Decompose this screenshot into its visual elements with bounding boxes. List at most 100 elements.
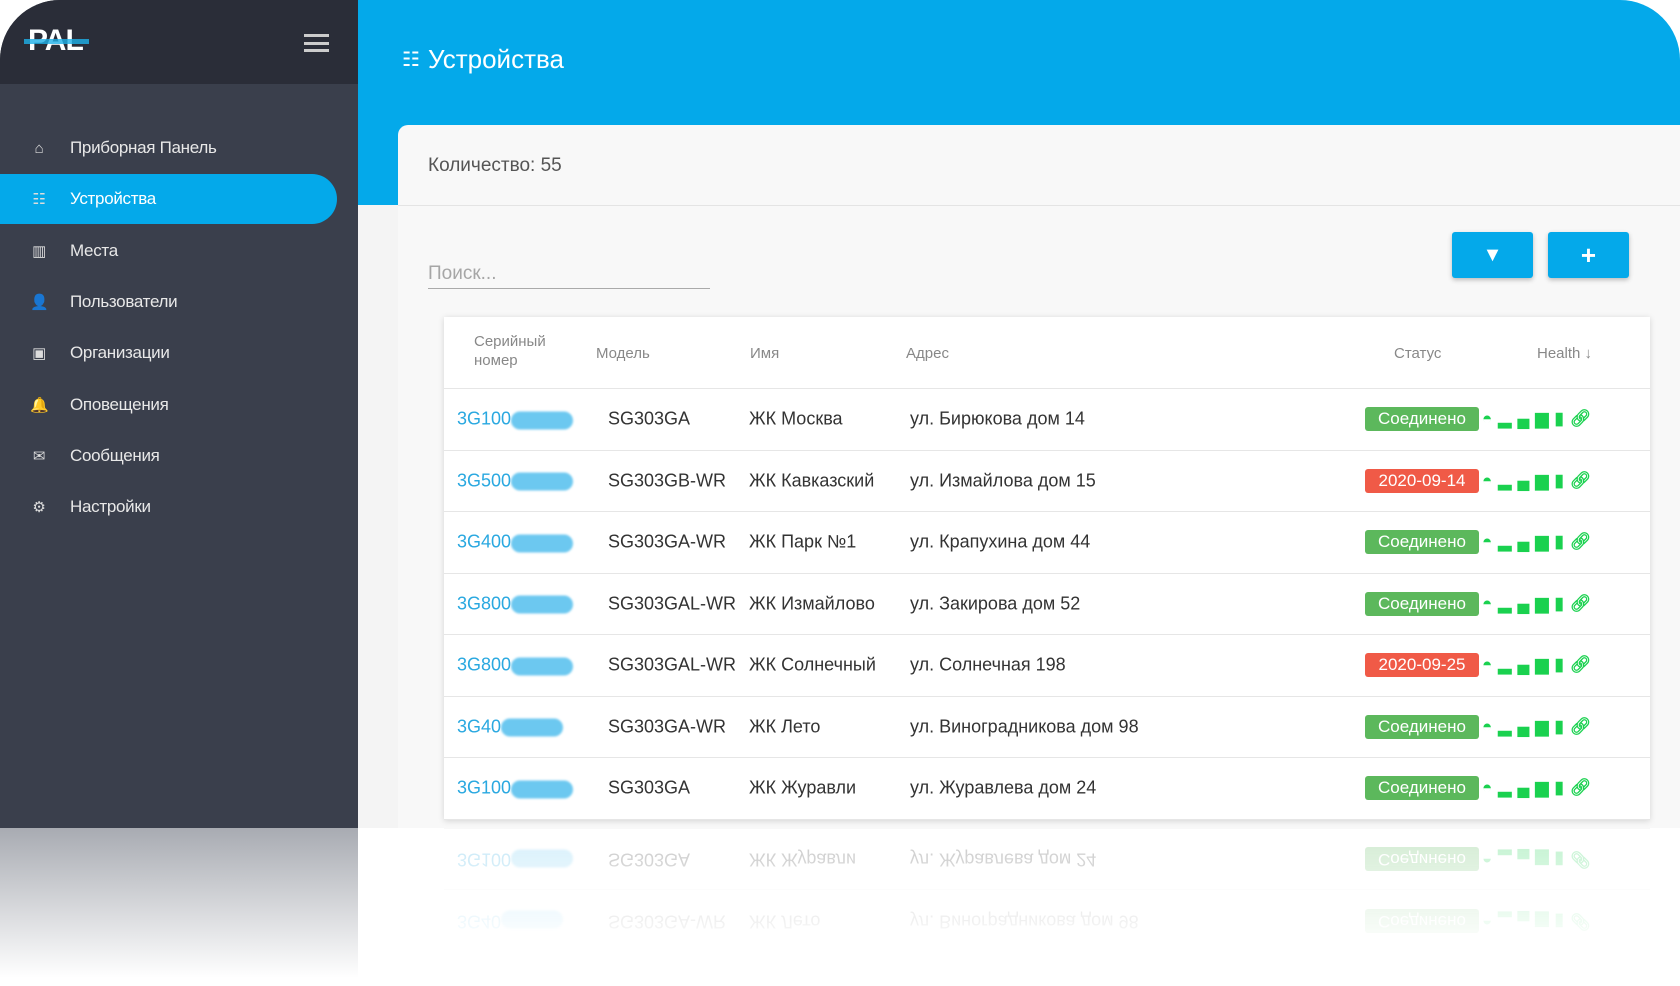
table-row[interactable]: 3G100 SG303GA ЖК Журавли ул. Журавлева д… bbox=[444, 758, 1650, 820]
gauge-icon: ◓ bbox=[1482, 911, 1499, 931]
sidebar-item-label: Места bbox=[70, 240, 118, 260]
link-icon[interactable]: 🔗︎ bbox=[1570, 717, 1598, 736]
link-icon[interactable]: 🔗︎ bbox=[1570, 850, 1598, 869]
sidebar-item-1[interactable]: ☷ Устройства bbox=[0, 174, 337, 225]
user-icon: 👤 bbox=[30, 293, 49, 311]
col-status[interactable]: Статус bbox=[1394, 345, 1441, 362]
link-icon[interactable]: 🔗︎ bbox=[1570, 912, 1598, 931]
sidebar-item-2[interactable]: ▥ Места bbox=[0, 226, 337, 276]
link-icon[interactable]: 🔗︎ bbox=[1570, 655, 1598, 674]
arrow-down-icon: ↓ bbox=[1584, 345, 1593, 362]
address: ул. Журавлева дом 24 bbox=[910, 777, 1097, 798]
link-icon[interactable]: 🔗︎ bbox=[1570, 778, 1598, 797]
signal-icon: ▂▄▆ bbox=[1498, 593, 1555, 613]
serial-link[interactable]: 3G100 bbox=[457, 849, 574, 870]
model: SG303GB-WR bbox=[608, 470, 727, 491]
table-row[interactable]: 3G800 SG303GAL-WR ЖК Солнечный ул. Солне… bbox=[444, 635, 1650, 697]
battery-icon: ▮ bbox=[1554, 593, 1570, 613]
battery-icon: ▮ bbox=[1554, 409, 1570, 429]
status-badge: Соединено bbox=[1365, 776, 1479, 801]
status-badge: Соединено bbox=[1365, 714, 1479, 739]
serial-link[interactable]: 3G800 bbox=[457, 655, 574, 676]
sidebar-item-5[interactable]: 🔔 Оповещения bbox=[0, 380, 337, 430]
model: SG303GA bbox=[608, 777, 691, 798]
gauge-icon: ◓ bbox=[1482, 655, 1499, 675]
health-icons: ◓▂▄▆▮🔗︎ bbox=[1482, 594, 1597, 614]
add-device-button[interactable]: + bbox=[1548, 232, 1629, 278]
signal-icon: ▂▄▆ bbox=[1498, 716, 1555, 736]
page-title: ☷ Устройства bbox=[402, 44, 564, 74]
model: SG303GAL-WR bbox=[608, 654, 737, 675]
map-icon: ▥ bbox=[32, 242, 46, 260]
sidebar-item-7[interactable]: ⚙ Настройки bbox=[0, 482, 337, 532]
col-health[interactable]: Health ↓ bbox=[1537, 345, 1592, 362]
address: ул. Виноградникова дом 98 bbox=[910, 911, 1139, 932]
device-name: ЖК Парк №1 bbox=[749, 531, 857, 552]
serial-link[interactable]: 3G100 bbox=[457, 778, 574, 799]
signal-icon: ▂▄▆ bbox=[1498, 409, 1555, 429]
hamburger-menu-icon[interactable] bbox=[304, 34, 329, 52]
redacted-serial bbox=[511, 595, 574, 614]
app-window: PAL ⌂ Приборная Панель ☷ Устройства ▥ Места 👤 П… bbox=[0, 0, 1680, 828]
table-row[interactable]: 3G40 SG303GA-WR ЖК Лето ул. Винограднико… bbox=[444, 697, 1650, 758]
redacted-serial bbox=[511, 849, 574, 868]
sidebar-item-0[interactable]: ⌂ Приборная Панель bbox=[0, 123, 337, 173]
reflected-row: 3G40 SG303GA-WR ЖК Лето ул. Винограднико… bbox=[444, 889, 1650, 951]
serial-link[interactable]: 3G40 bbox=[457, 910, 564, 931]
link-icon[interactable]: 🔗︎ bbox=[1570, 532, 1598, 551]
redacted-serial bbox=[511, 411, 574, 429]
search-input[interactable] bbox=[428, 259, 710, 289]
link-icon[interactable]: 🔗︎ bbox=[1570, 594, 1598, 613]
battery-icon: ▮ bbox=[1554, 716, 1570, 736]
col-serial[interactable]: Серийный номер bbox=[474, 332, 564, 370]
table-row[interactable]: 3G100 SG303GA ЖК Москва ул. Бирюкова дом… bbox=[444, 389, 1650, 451]
link-icon[interactable]: 🔗︎ bbox=[1570, 471, 1598, 490]
table-row[interactable]: 3G500 SG303GB-WR ЖК Кавказский ул. Измай… bbox=[444, 451, 1650, 512]
gauge-icon: ◓ bbox=[1482, 532, 1499, 552]
router-icon: ☷ bbox=[32, 191, 46, 209]
address: ул. Измайлова дом 15 bbox=[910, 470, 1096, 491]
col-model[interactable]: Модель bbox=[596, 345, 650, 362]
filter-button[interactable]: ▼ bbox=[1452, 232, 1533, 278]
health-icons: ◓▂▄▆▮🔗︎ bbox=[1482, 655, 1597, 675]
device-name: ЖК Измайлово bbox=[749, 593, 875, 614]
serial-link[interactable]: 3G800 bbox=[457, 593, 574, 614]
status-badge: Соединено bbox=[1365, 407, 1479, 432]
table-row[interactable]: 3G400 SG303GA-WR ЖК Парк №1 ул. Крапухин… bbox=[444, 512, 1650, 574]
serial-link[interactable]: 3G40 bbox=[457, 716, 564, 737]
sidebar-item-3[interactable]: 👤 Пользователи bbox=[0, 277, 337, 327]
brand-bar: PAL bbox=[0, 0, 358, 84]
serial-link[interactable]: 3G100 bbox=[457, 409, 574, 430]
address: ул. Бирюкова дом 14 bbox=[910, 408, 1085, 429]
signal-icon: ▂▄▆ bbox=[1498, 911, 1555, 931]
table-row[interactable]: 3G800 SG303GAL-WR ЖК Измайлово ул. Закир… bbox=[444, 574, 1650, 635]
gauge-icon: ◓ bbox=[1482, 409, 1499, 429]
device-name: ЖК Кавказский bbox=[749, 470, 875, 491]
signal-icon: ▂▄▆ bbox=[1498, 532, 1555, 552]
address: ул. Солнечная 198 bbox=[910, 654, 1066, 675]
battery-icon: ▮ bbox=[1554, 532, 1570, 552]
sidebar-item-6[interactable]: ✉ Сообщения bbox=[0, 431, 337, 481]
health-icons: ◓▂▄▆▮🔗︎ bbox=[1482, 409, 1597, 429]
device-name: ЖК Лето bbox=[749, 716, 821, 737]
device-count: Количество: 55 bbox=[428, 155, 562, 176]
status-badge: Соединено bbox=[1365, 530, 1479, 555]
divider bbox=[398, 205, 1680, 206]
model: SG303GA-WR bbox=[608, 911, 727, 932]
col-address[interactable]: Адрес bbox=[906, 345, 949, 362]
gauge-icon: ◓ bbox=[1482, 778, 1499, 798]
col-name[interactable]: Имя bbox=[750, 345, 779, 362]
health-icons: ◓▂▄▆▮🔗︎ bbox=[1482, 471, 1597, 491]
home-icon: ⌂ bbox=[34, 139, 44, 157]
gauge-icon: ◓ bbox=[1482, 850, 1499, 870]
sidebar-item-label: Организации bbox=[70, 343, 170, 363]
device-name: ЖК Лето bbox=[749, 911, 821, 932]
health-icons: ◓▂▄▆▮🔗︎ bbox=[1482, 778, 1597, 798]
serial-link[interactable]: 3G400 bbox=[457, 532, 574, 553]
bell-icon: 🔔 bbox=[30, 396, 49, 414]
serial-link[interactable]: 3G500 bbox=[457, 470, 574, 491]
plus-icon: + bbox=[1580, 239, 1597, 270]
battery-icon: ▮ bbox=[1554, 911, 1570, 931]
sidebar-item-4[interactable]: ▣ Организации bbox=[0, 328, 337, 378]
link-icon[interactable]: 🔗︎ bbox=[1570, 409, 1598, 428]
